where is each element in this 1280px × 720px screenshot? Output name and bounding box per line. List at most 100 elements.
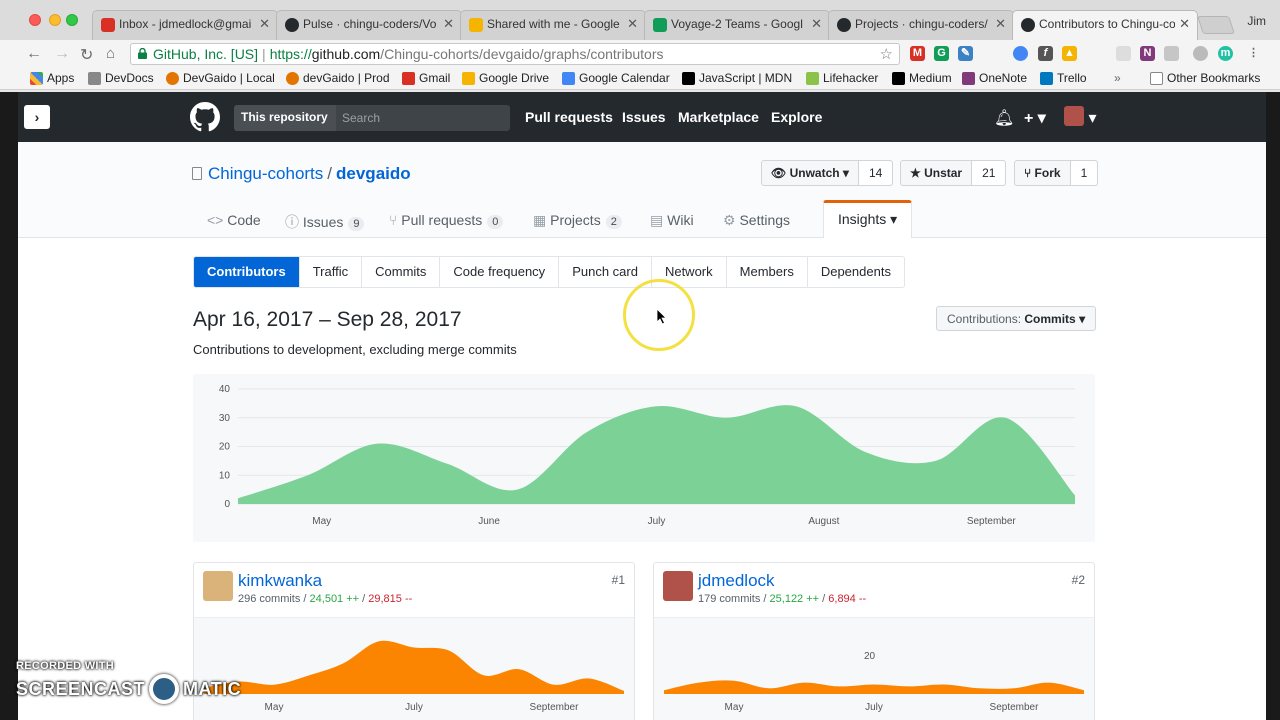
nav-explore[interactable]: Explore	[771, 109, 822, 125]
close-tab-icon[interactable]: ✕	[627, 16, 638, 32]
bookmark-label: Apps	[47, 71, 75, 85]
medium-icon	[892, 72, 905, 85]
commit-count[interactable]: 179 commits	[698, 593, 760, 605]
close-tab-icon[interactable]: ✕	[811, 16, 822, 32]
bell-icon[interactable]: 🔔︎	[994, 108, 1014, 128]
tab-settings[interactable]: ⚙ Settings	[723, 202, 790, 238]
search-scope-label[interactable]: This repository	[234, 105, 336, 131]
bookmark-item[interactable]: Gmail	[402, 71, 450, 85]
forward-arrow-icon[interactable]: →	[54, 45, 70, 63]
tab-code[interactable]: <> Code	[207, 202, 261, 238]
bookmarks-overflow-button[interactable]: »	[1114, 71, 1121, 85]
tab-label: Shared with me - Google	[487, 17, 620, 31]
nav-pull-requests[interactable]: Pull requests	[525, 109, 613, 125]
other-bookmarks-folder[interactable]: Other Bookmarks	[1150, 71, 1260, 85]
avatar-menu[interactable]: ▾	[1064, 106, 1096, 128]
browser-tab[interactable]: Inbox - jdmedlock@gmai ✕	[92, 10, 278, 40]
subnav-punch-card[interactable]: Punch card	[559, 257, 652, 287]
bookmark-item[interactable]: Google Drive	[462, 71, 549, 85]
tab-label: Issues	[302, 214, 344, 230]
watch-count[interactable]: 14	[857, 161, 893, 185]
mdn-icon	[682, 72, 695, 85]
tab-pull-requests[interactable]: ⑂ Pull requests 0	[389, 202, 504, 238]
x-tick-label: September	[530, 702, 580, 713]
bookmark-item[interactable]: JavaScript | MDN	[682, 71, 792, 85]
tab-issues[interactable]: ⓘ Issues 9	[285, 202, 365, 238]
star-icon: ★	[910, 166, 925, 180]
address-bar[interactable]: GitHub, Inc. [US] | https://github.com/Chi…	[130, 43, 900, 65]
contributor-username[interactable]: jdmedlock	[698, 571, 775, 591]
extension-icon[interactable]	[1164, 46, 1179, 61]
chevron-right-icon[interactable]: ›	[24, 105, 50, 129]
close-tab-icon[interactable]: ✕	[443, 16, 454, 32]
subnav-code-frequency[interactable]: Code frequency	[440, 257, 560, 287]
bookmark-star-icon[interactable]: ☆	[880, 45, 893, 63]
repo-name-link[interactable]: devgaido	[336, 164, 411, 183]
github-logo-icon[interactable]	[190, 102, 220, 132]
extension-icon[interactable]	[1013, 46, 1028, 61]
bookmark-item[interactable]: OneNote	[962, 71, 1027, 85]
avatar[interactable]	[203, 571, 233, 601]
sheets-extension-icon[interactable]: G	[934, 46, 949, 61]
profile-name[interactable]: Jim	[1247, 14, 1266, 28]
fork-button[interactable]: ⑂ Fork 1	[1014, 160, 1099, 186]
nav-issues[interactable]: Issues	[622, 109, 666, 125]
bookmark-item[interactable]: devGaido | Prod	[286, 71, 390, 85]
drive-extension-icon[interactable]: ▲	[1062, 46, 1077, 61]
repo-owner-link[interactable]: Chingu-cohorts	[208, 164, 323, 183]
subnav-traffic[interactable]: Traffic	[300, 257, 363, 287]
bookmark-item[interactable]: Apps	[30, 71, 74, 85]
nav-marketplace[interactable]: Marketplace	[678, 109, 759, 125]
pen-extension-icon[interactable]: ✎	[958, 46, 973, 61]
tab-strip: Inbox - jdmedlock@gmai ✕ Pulse · chingu-…	[0, 0, 1280, 40]
extension-icon[interactable]: m	[1218, 46, 1233, 61]
commit-count[interactable]: 296 commits	[238, 593, 300, 605]
bookmark-item[interactable]: Trello	[1040, 71, 1087, 85]
browser-tab[interactable]: Pulse · chingu-coders/Vo ✕	[276, 10, 462, 40]
home-icon[interactable]: ⌂	[106, 45, 115, 62]
browser-tab[interactable]: Voyage-2 Teams - Googl ✕	[644, 10, 830, 40]
minimize-window-button[interactable]	[49, 14, 61, 26]
bookmark-item[interactable]: Lifehacker	[806, 71, 878, 85]
insights-subnav: Contributors Traffic Commits Code freque…	[193, 256, 905, 288]
bookmark-item[interactable]: DevGaido | Local	[166, 71, 275, 85]
reload-icon[interactable]: ↻	[80, 45, 93, 65]
browser-tab-active[interactable]: Contributors to Chingu-co ✕	[1012, 10, 1198, 40]
close-tab-icon[interactable]: ✕	[259, 16, 270, 32]
close-tab-icon[interactable]: ✕	[1179, 16, 1190, 32]
subnav-members[interactable]: Members	[727, 257, 808, 287]
close-tab-icon[interactable]: ✕	[995, 16, 1006, 32]
maximize-window-button[interactable]	[66, 14, 78, 26]
subnav-contributors[interactable]: Contributors	[194, 257, 300, 287]
menu-icon[interactable]: ⋮	[1246, 46, 1261, 61]
gmail-extension-icon[interactable]: M	[910, 46, 925, 61]
bookmark-item[interactable]: Medium	[892, 71, 952, 85]
tab-projects[interactable]: ▦ Projects 2	[533, 202, 622, 238]
browser-chrome: Inbox - jdmedlock@gmai ✕ Pulse · chingu-…	[0, 0, 1280, 92]
subnav-dependents[interactable]: Dependents	[808, 257, 904, 287]
avatar[interactable]	[663, 571, 693, 601]
subnav-commits[interactable]: Commits	[362, 257, 441, 287]
back-arrow-icon[interactable]: ←	[26, 45, 42, 63]
fork-count[interactable]: 1	[1069, 161, 1098, 185]
onenote-extension-icon[interactable]: N	[1140, 46, 1155, 61]
function-extension-icon[interactable]: f	[1038, 46, 1053, 61]
browser-tab[interactable]: Shared with me - Google ✕	[460, 10, 646, 40]
new-tab-button[interactable]	[1197, 16, 1235, 34]
tab-wiki[interactable]: ▤ Wiki	[650, 202, 694, 238]
contributions-type-select[interactable]: Contributions: Commits ▾	[936, 306, 1097, 331]
bookmark-item[interactable]: DevDocs	[88, 71, 154, 85]
star-count[interactable]: 21	[971, 161, 1006, 185]
bookmark-item[interactable]: Google Calendar	[562, 71, 670, 85]
browser-tab[interactable]: Projects · chingu-coders/ ✕	[828, 10, 1014, 40]
folder-icon	[1150, 72, 1163, 85]
search-input[interactable]	[334, 105, 504, 131]
close-window-button[interactable]	[29, 14, 41, 26]
star-button[interactable]: ★ Unstar 21	[900, 160, 1007, 186]
extension-icon[interactable]	[1116, 46, 1131, 61]
tab-insights[interactable]: Insights ▾	[823, 200, 913, 238]
plus-icon[interactable]: + ▾	[1024, 108, 1046, 128]
contributor-username[interactable]: kimkwanka	[238, 571, 322, 591]
watch-button[interactable]: 👁︎ Unwatch ▾ 14	[761, 160, 894, 186]
extension-icon[interactable]	[1193, 46, 1208, 61]
